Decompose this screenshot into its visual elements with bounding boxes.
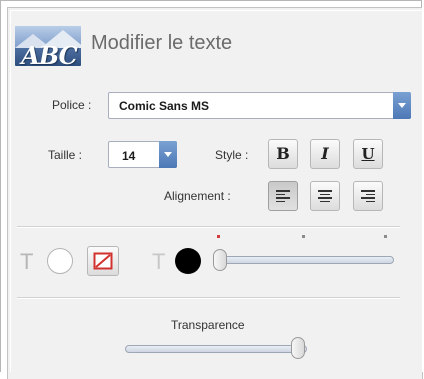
section-divider-1 bbox=[17, 226, 400, 228]
align-left-button[interactable] bbox=[268, 181, 298, 211]
text-color-swatch[interactable] bbox=[175, 248, 201, 274]
align-left-icon bbox=[276, 190, 290, 204]
font-select[interactable]: Comic Sans MS bbox=[108, 92, 411, 119]
background-color-swatch[interactable] bbox=[47, 248, 73, 274]
transparency-slider-thumb[interactable] bbox=[291, 337, 305, 359]
size-select-value: 14 bbox=[122, 149, 136, 163]
style-label: Style : bbox=[215, 148, 249, 162]
slider-tick-2 bbox=[302, 235, 305, 238]
panel-title: Modifier le texte bbox=[91, 32, 233, 54]
text-color-icon: T bbox=[152, 249, 166, 274]
font-label: Police : bbox=[52, 98, 92, 112]
bold-button[interactable]: B bbox=[268, 139, 298, 169]
align-center-icon bbox=[318, 190, 332, 204]
size-dropdown-arrow-icon[interactable] bbox=[159, 141, 177, 168]
section-divider-2 bbox=[17, 297, 400, 299]
font-dropdown-arrow-icon[interactable] bbox=[393, 92, 411, 119]
underline-button[interactable]: U bbox=[353, 139, 383, 169]
logo-text: ABC bbox=[21, 41, 77, 66]
align-right-button[interactable] bbox=[353, 181, 383, 211]
slider-tick-3 bbox=[384, 235, 387, 238]
align-right-icon bbox=[361, 190, 375, 204]
abc-logo-icon: ABC bbox=[15, 26, 81, 66]
align-center-button[interactable] bbox=[310, 181, 340, 211]
transparency-slider-track[interactable] bbox=[125, 345, 307, 353]
no-color-button[interactable] bbox=[87, 246, 119, 276]
text-color-slider-thumb[interactable] bbox=[213, 249, 227, 271]
size-label: Taille : bbox=[48, 148, 83, 162]
alignment-label: Alignement : bbox=[164, 189, 231, 203]
font-select-value: Comic Sans MS bbox=[119, 99, 210, 113]
transparency-label: Transparence bbox=[171, 318, 245, 332]
background-text-icon: T bbox=[20, 249, 34, 274]
no-color-icon bbox=[93, 252, 113, 270]
text-color-slider-track[interactable] bbox=[214, 256, 394, 264]
size-select[interactable]: 14 bbox=[108, 141, 177, 168]
italic-button[interactable]: I bbox=[310, 139, 340, 169]
slider-tick-1 bbox=[217, 235, 220, 238]
